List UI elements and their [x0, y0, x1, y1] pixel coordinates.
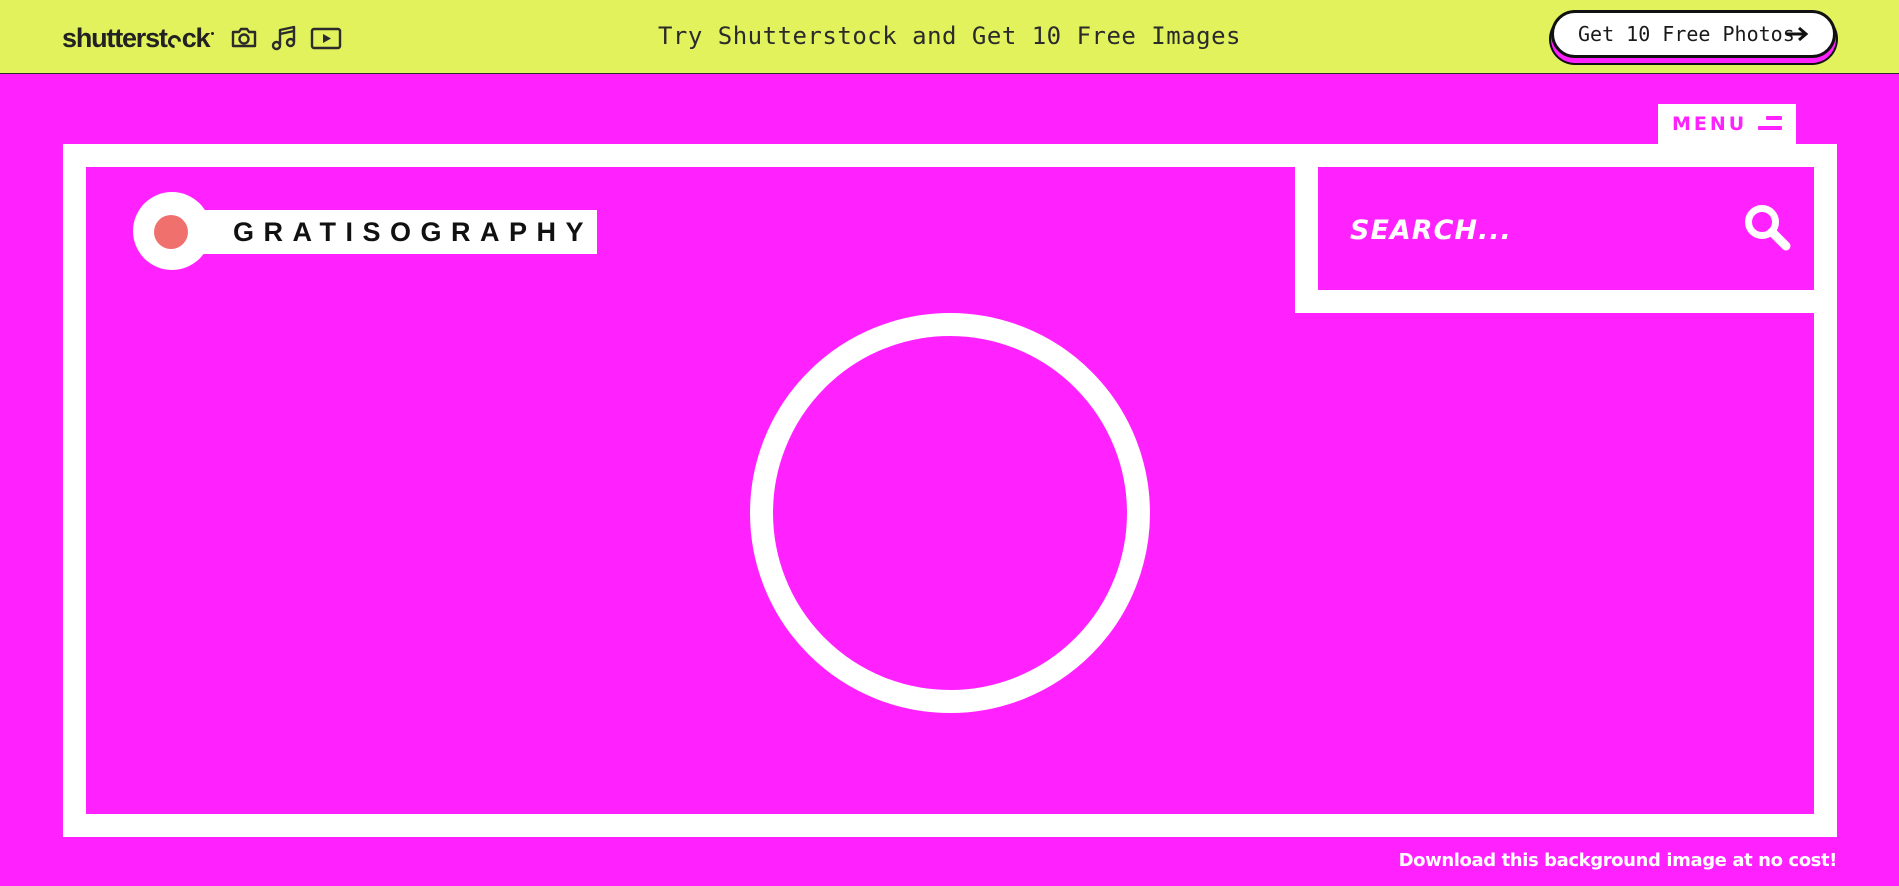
get-free-photos-label: Get 10 Free Photos — [1578, 22, 1795, 46]
menu-button[interactable]: MENU — [1658, 104, 1796, 144]
site-name: GRATISOGRAPHY — [233, 217, 594, 247]
record-dot-icon — [154, 215, 188, 249]
promo-bar: shutterst ck Try Shutterstock and Get 10 … — [0, 0, 1899, 74]
hamburger-icon — [1758, 115, 1782, 133]
search-icon[interactable] — [1743, 203, 1793, 253]
search-input[interactable] — [1350, 206, 1720, 254]
arrow-right-icon — [1785, 24, 1809, 48]
download-background-link[interactable]: Download this background image at no cos… — [1399, 850, 1838, 871]
logo-lens-icon — [133, 192, 211, 270]
get-free-photos-button[interactable]: Get 10 Free Photos — [1551, 10, 1836, 58]
camera-lens — [750, 313, 1150, 713]
menu-label: MENU — [1672, 113, 1748, 135]
